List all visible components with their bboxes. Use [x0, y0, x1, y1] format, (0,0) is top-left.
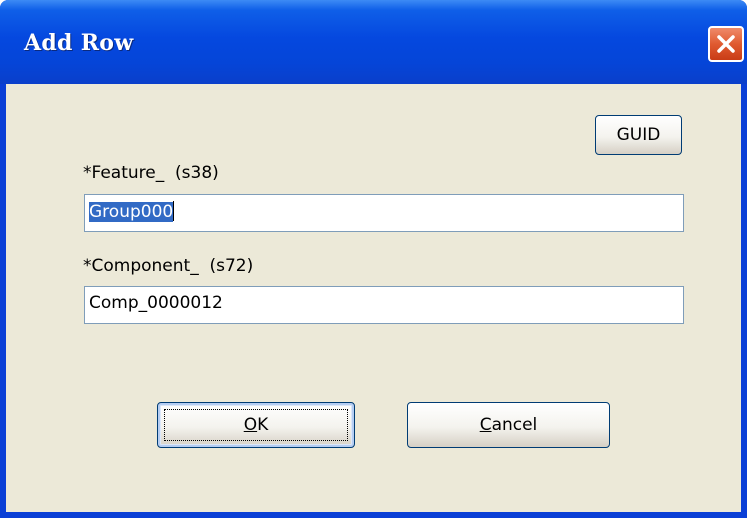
title-bar[interactable]: Add Row: [0, 0, 747, 84]
guid-button-label: GUID: [616, 125, 661, 145]
component-field[interactable]: Comp_0000012: [84, 286, 684, 324]
ok-button[interactable]: OK: [157, 402, 355, 448]
feature-field[interactable]: Group000: [84, 194, 684, 232]
guid-button[interactable]: GUID: [595, 115, 682, 155]
component-label: *Component_ (s72): [83, 256, 254, 276]
cancel-button-label: Cancel: [479, 415, 538, 435]
dialog-body: GUID *Feature_ (s38) Group000 *Component…: [6, 84, 741, 512]
add-row-dialog-window: Add Row GUID *Feature_ (s38) Group000 *C…: [0, 0, 747, 518]
ok-button-label: OK: [243, 415, 269, 435]
text-caret: [173, 201, 175, 221]
close-button[interactable]: [708, 26, 744, 62]
close-icon: [715, 33, 737, 55]
cancel-button[interactable]: Cancel: [407, 402, 610, 448]
feature-field-value: Group000: [89, 202, 174, 222]
feature-label: *Feature_ (s38): [83, 163, 219, 183]
window-title: Add Row: [24, 30, 134, 56]
component-field-value: Comp_0000012: [89, 293, 223, 313]
